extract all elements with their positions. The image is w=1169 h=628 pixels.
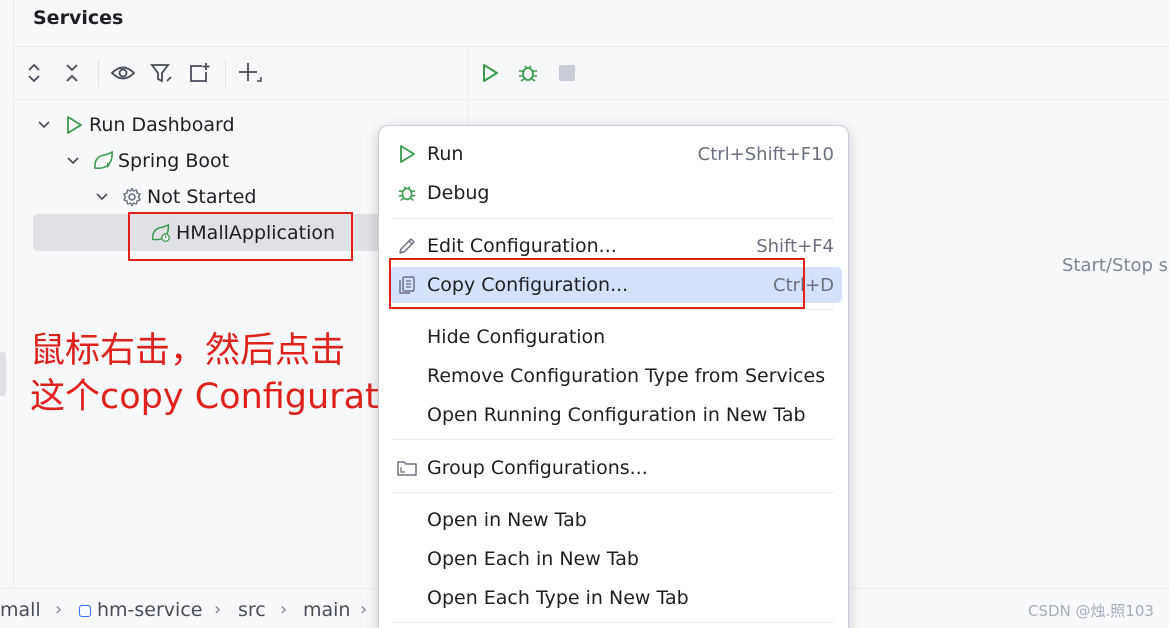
gear-icon	[121, 186, 143, 208]
breadcrumb-item[interactable]: src	[238, 599, 266, 621]
menu-separator	[393, 622, 834, 623]
chevron-down-icon[interactable]	[66, 154, 80, 168]
add-icon[interactable]	[237, 60, 263, 86]
menu-item-debug[interactable]: Debug	[389, 175, 842, 211]
tree-item-not-started[interactable]: Not Started	[95, 179, 257, 215]
menu-separator	[393, 309, 834, 310]
eye-icon[interactable]	[110, 60, 136, 86]
annotation-highlight-box	[128, 212, 353, 261]
tree-item-label: Not Started	[147, 186, 257, 208]
stop-icon[interactable]	[554, 60, 580, 86]
chevron-down-icon[interactable]	[95, 190, 109, 204]
tool-window-tab[interactable]	[0, 352, 6, 396]
run-icon[interactable]	[477, 60, 503, 86]
menu-item-group-configurations[interactable]: Group Configurations...	[389, 450, 842, 486]
menu-separator	[393, 492, 834, 493]
annotation-highlight-box	[389, 258, 805, 309]
new-tab-icon[interactable]	[187, 60, 213, 86]
expand-all-icon[interactable]	[21, 60, 47, 86]
tree-item-run-dashboard[interactable]: Run Dashboard	[37, 107, 235, 143]
chevron-right-icon: ›	[214, 599, 222, 620]
breadcrumb-item[interactable]: hm-service	[97, 599, 202, 621]
tree-item-label: Run Dashboard	[89, 114, 235, 136]
menu-item-hide-configuration[interactable]: Hide Configuration	[389, 319, 842, 355]
debug-icon[interactable]	[515, 60, 541, 86]
run-icon	[396, 143, 418, 165]
breadcrumb-item[interactable]: mall	[0, 599, 41, 621]
annotation-line-1: 鼠标右击，然后点击	[30, 331, 346, 371]
menu-item-open-in-new-tab[interactable]: Open in New Tab	[389, 502, 842, 538]
chevron-down-icon[interactable]	[37, 118, 51, 132]
menu-separator	[393, 218, 834, 219]
menu-item-open-running-configuration[interactable]: Open Running Configuration in New Tab	[389, 397, 842, 433]
context-menu: Run Ctrl+Shift+F10 Debug Edit Configurat…	[378, 125, 849, 628]
annotation-line-2: 这个copy Configuration	[30, 377, 433, 417]
run-icon	[63, 114, 85, 136]
module-icon	[79, 605, 91, 617]
annotation-text: 鼠标右击，然后点击 这个copy Configuration	[30, 328, 432, 420]
menu-item-remove-configuration-type[interactable]: Remove Configuration Type from Services	[389, 358, 842, 394]
services-toolbar	[15, 48, 468, 100]
collapse-all-icon[interactable]	[59, 60, 85, 86]
menu-separator	[393, 439, 834, 440]
chevron-right-icon: ›	[360, 599, 368, 620]
debug-icon	[396, 182, 418, 204]
menu-item-open-each-type-in-new-tab[interactable]: Open Each Type in New Tab	[389, 580, 842, 616]
chevron-right-icon: ›	[55, 599, 63, 620]
chevron-right-icon: ›	[280, 599, 288, 620]
tree-item-spring-boot[interactable]: Spring Boot	[66, 143, 229, 179]
watermark: CSDN @烛.照103	[1028, 602, 1154, 620]
folder-icon	[396, 457, 418, 479]
tree-item-label: Spring Boot	[118, 150, 230, 172]
spring-boot-icon	[92, 150, 114, 172]
start-stop-hint: Start/Stop s	[1062, 255, 1169, 276]
menu-item-run[interactable]: Run Ctrl+Shift+F10	[389, 136, 842, 172]
run-toolbar	[469, 48, 1169, 100]
menu-item-open-each-in-new-tab[interactable]: Open Each in New Tab	[389, 541, 842, 577]
filter-icon[interactable]	[149, 60, 175, 86]
breadcrumb-item[interactable]: main	[303, 599, 350, 621]
services-header: Services	[15, 0, 1169, 47]
left-tool-strip	[0, 0, 14, 588]
pencil-icon	[396, 235, 418, 257]
panel-title: Services	[33, 7, 124, 29]
